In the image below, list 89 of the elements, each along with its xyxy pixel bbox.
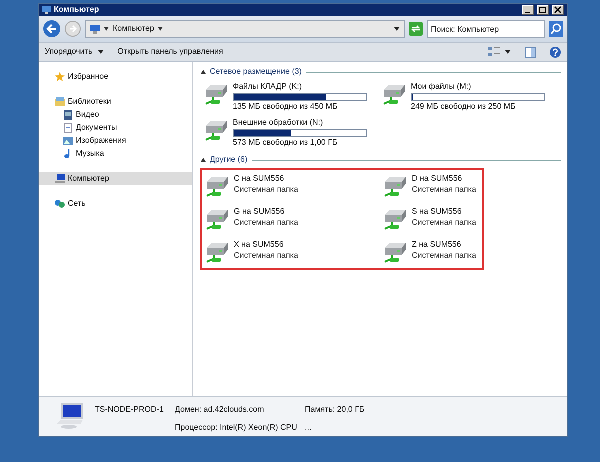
drive-name: G на SUM556 — [234, 207, 286, 217]
image-icon — [63, 136, 73, 146]
drive-name: Файлы КЛАДР (K:) — [233, 82, 304, 92]
network-drive-icon — [203, 82, 229, 106]
sidebar-item[interactable]: Изображения — [39, 134, 192, 147]
sidebar-item[interactable]: Сеть — [39, 197, 192, 210]
drive-type: Системная папка — [234, 218, 298, 228]
view-icon — [488, 47, 500, 57]
drive-item[interactable]: D на SUM556 Системная папка — [382, 174, 482, 198]
network-drive-icon — [382, 240, 408, 264]
address-bar[interactable]: Компьютер — [85, 20, 405, 38]
sidebar-item[interactable]: Документы — [39, 121, 192, 134]
computer-icon — [90, 24, 100, 34]
drive-item[interactable]: Файлы КЛАДР (K:) 135 МБ свободно из 450 МБ — [203, 82, 381, 112]
detail-text: Процессор: Intel(R) Xeon(R) CPU — [175, 422, 298, 434]
detail-text: ... — [305, 422, 313, 434]
caret-icon — [158, 27, 164, 31]
free-space-text: 573 МБ свободно из 1,00 ГБ — [233, 138, 339, 148]
back-icon — [43, 20, 61, 38]
drive-item[interactable]: Z на SUM556 Системная папка — [382, 240, 482, 264]
network-icon — [55, 198, 65, 208]
network-drive-icon — [382, 174, 408, 198]
window-title: Компьютер — [54, 4, 100, 16]
caret-icon — [505, 50, 511, 54]
network-drive-icon — [204, 207, 230, 231]
network-drive-icon — [381, 82, 407, 106]
computer-icon — [55, 174, 65, 184]
network-drive-icon — [204, 240, 230, 264]
view-button[interactable] — [488, 47, 511, 57]
drive-item[interactable]: S на SUM556 Системная папка — [382, 207, 482, 231]
library-icon — [55, 96, 65, 106]
drive-name: Внешние обработки (N:) — [233, 118, 324, 128]
close-button[interactable] — [552, 5, 564, 15]
sidebar-item[interactable]: Избранное — [39, 70, 192, 83]
network-drive-icon — [203, 118, 229, 142]
detail-text: Домен: ad.42clouds.com — [175, 404, 266, 416]
computer-icon — [42, 6, 51, 14]
drive-type: Системная папка — [234, 251, 298, 261]
drive-item[interactable]: C на SUM556 Системная папка — [204, 174, 382, 198]
sidebar-item[interactable]: Компьютер — [39, 172, 192, 185]
address-path: Компьютер — [113, 23, 154, 35]
sidebar-item[interactable]: Видео — [39, 108, 192, 121]
detail-text: Память: 20,0 ГБ — [305, 404, 366, 416]
help-icon — [550, 46, 561, 58]
caret-icon — [104, 27, 109, 31]
close-icon — [553, 6, 563, 14]
toolbar-button[interactable]: Открыть панель управления — [118, 46, 224, 58]
group-header[interactable]: Сетевое размещение (3) — [210, 66, 302, 78]
maximize-button[interactable] — [537, 5, 549, 15]
drive-type: Системная папка — [412, 185, 476, 195]
help-button[interactable] — [550, 46, 561, 58]
collapse-icon — [201, 158, 206, 162]
document-icon — [63, 122, 73, 132]
minimize-button[interactable] — [522, 5, 534, 15]
dropdown-icon — [394, 27, 400, 31]
computer-name: TS-NODE-PROD-1 — [95, 404, 165, 416]
free-space-text: 135 МБ свободно из 450 МБ — [233, 102, 339, 112]
video-icon — [63, 110, 73, 120]
collapse-icon — [201, 70, 206, 74]
drive-item[interactable]: X на SUM556 Системная папка — [204, 240, 382, 264]
forward-icon — [65, 21, 81, 37]
drive-item[interactable]: Внешние обработки (N:) 573 МБ свободно из 1,00 ГБ — [203, 118, 381, 148]
drive-item[interactable]: G на SUM556 Системная папка — [204, 207, 382, 231]
group-header[interactable]: Другие (6) — [210, 154, 248, 166]
drive-type: Системная папка — [412, 218, 476, 228]
drive-type: Системная папка — [412, 251, 476, 261]
pane-icon — [525, 46, 536, 58]
drive-name: C на SUM556 — [234, 174, 286, 184]
drive-name: D на SUM556 — [412, 174, 464, 184]
search-icon — [549, 20, 563, 37]
drive-name: X на SUM556 — [234, 240, 285, 250]
drive-name: Z на SUM556 — [412, 240, 462, 250]
maximize-icon — [538, 6, 548, 14]
drive-item[interactable]: Мои файлы (M:) 249 МБ свободно из 250 МБ — [381, 82, 559, 112]
drive-name: Мои файлы (M:) — [411, 82, 472, 92]
caret-icon — [98, 50, 104, 54]
network-drive-icon — [382, 207, 408, 231]
computer-icon — [55, 402, 85, 430]
preview-pane-button[interactable] — [525, 46, 536, 58]
search-field[interactable]: Поиск: Компьютер — [427, 20, 545, 38]
drive-type: Системная папка — [234, 185, 298, 195]
network-drive-icon — [204, 174, 230, 198]
sidebar-item[interactable]: Музыка — [39, 147, 192, 160]
organize-menu-button[interactable]: Упорядочить — [45, 46, 104, 58]
star-icon — [55, 72, 65, 82]
refresh-icon — [409, 22, 423, 36]
sidebar-item[interactable]: Библиотеки — [39, 95, 192, 108]
free-space-text: 249 МБ свободно из 250 МБ — [411, 102, 517, 112]
drive-name: S на SUM556 — [412, 207, 463, 217]
